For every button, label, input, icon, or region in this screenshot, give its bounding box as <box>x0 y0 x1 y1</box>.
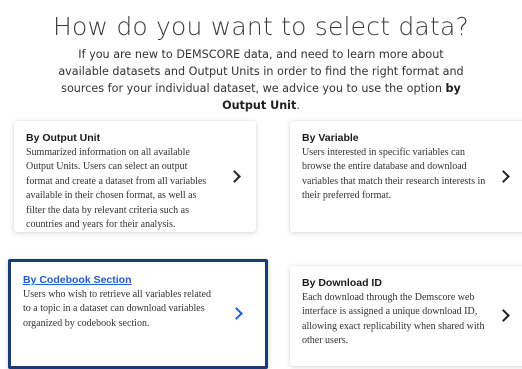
by-codebook-section-card[interactable]: By Codebook Section Users who wish to re… <box>8 259 268 369</box>
intro-end: . <box>296 99 300 112</box>
card-title: By Variable <box>302 132 359 144</box>
card-description: Users interested in specific variables c… <box>302 147 486 202</box>
card-description: Summarized information on all available … <box>26 147 207 231</box>
card-title: By Output Unit <box>26 132 101 144</box>
chevron-right-icon[interactable] <box>230 307 243 320</box>
card-title: By Download ID <box>302 277 382 289</box>
card-title-link[interactable]: By Codebook Section <box>23 274 132 286</box>
chevron-right-icon[interactable] <box>228 169 241 183</box>
chevron-right-icon[interactable] <box>497 169 510 183</box>
intro-text: If you are new to DEMSCORE data, and nee… <box>55 46 467 114</box>
card-description: Users who wish to retrieve all variables… <box>23 289 211 329</box>
by-output-unit-card[interactable]: By Output Unit Summarized information on… <box>14 121 256 232</box>
page-title: How do you want to select data? <box>53 12 469 41</box>
intro-body: If you are new to DEMSCORE data, and nee… <box>58 48 464 95</box>
card-description: Each download through the Demscore web i… <box>302 292 485 347</box>
chevron-right-icon[interactable] <box>497 309 510 322</box>
by-download-id-card[interactable]: By Download ID Each download through the… <box>290 266 522 366</box>
by-variable-card[interactable]: By Variable Users interested in specific… <box>290 121 522 232</box>
